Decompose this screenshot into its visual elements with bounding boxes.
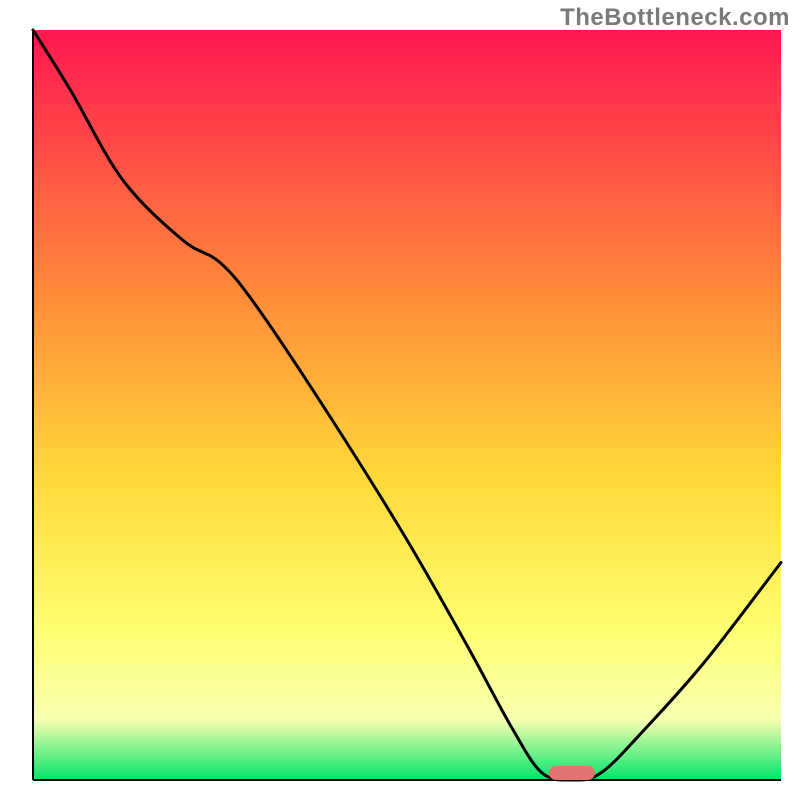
optimum-indicator — [549, 766, 595, 780]
chart-stage: TheBottleneck.com — [0, 0, 800, 800]
gradient-background — [33, 30, 781, 780]
bottleneck-plot — [0, 0, 800, 800]
watermark-text: TheBottleneck.com — [560, 4, 790, 32]
